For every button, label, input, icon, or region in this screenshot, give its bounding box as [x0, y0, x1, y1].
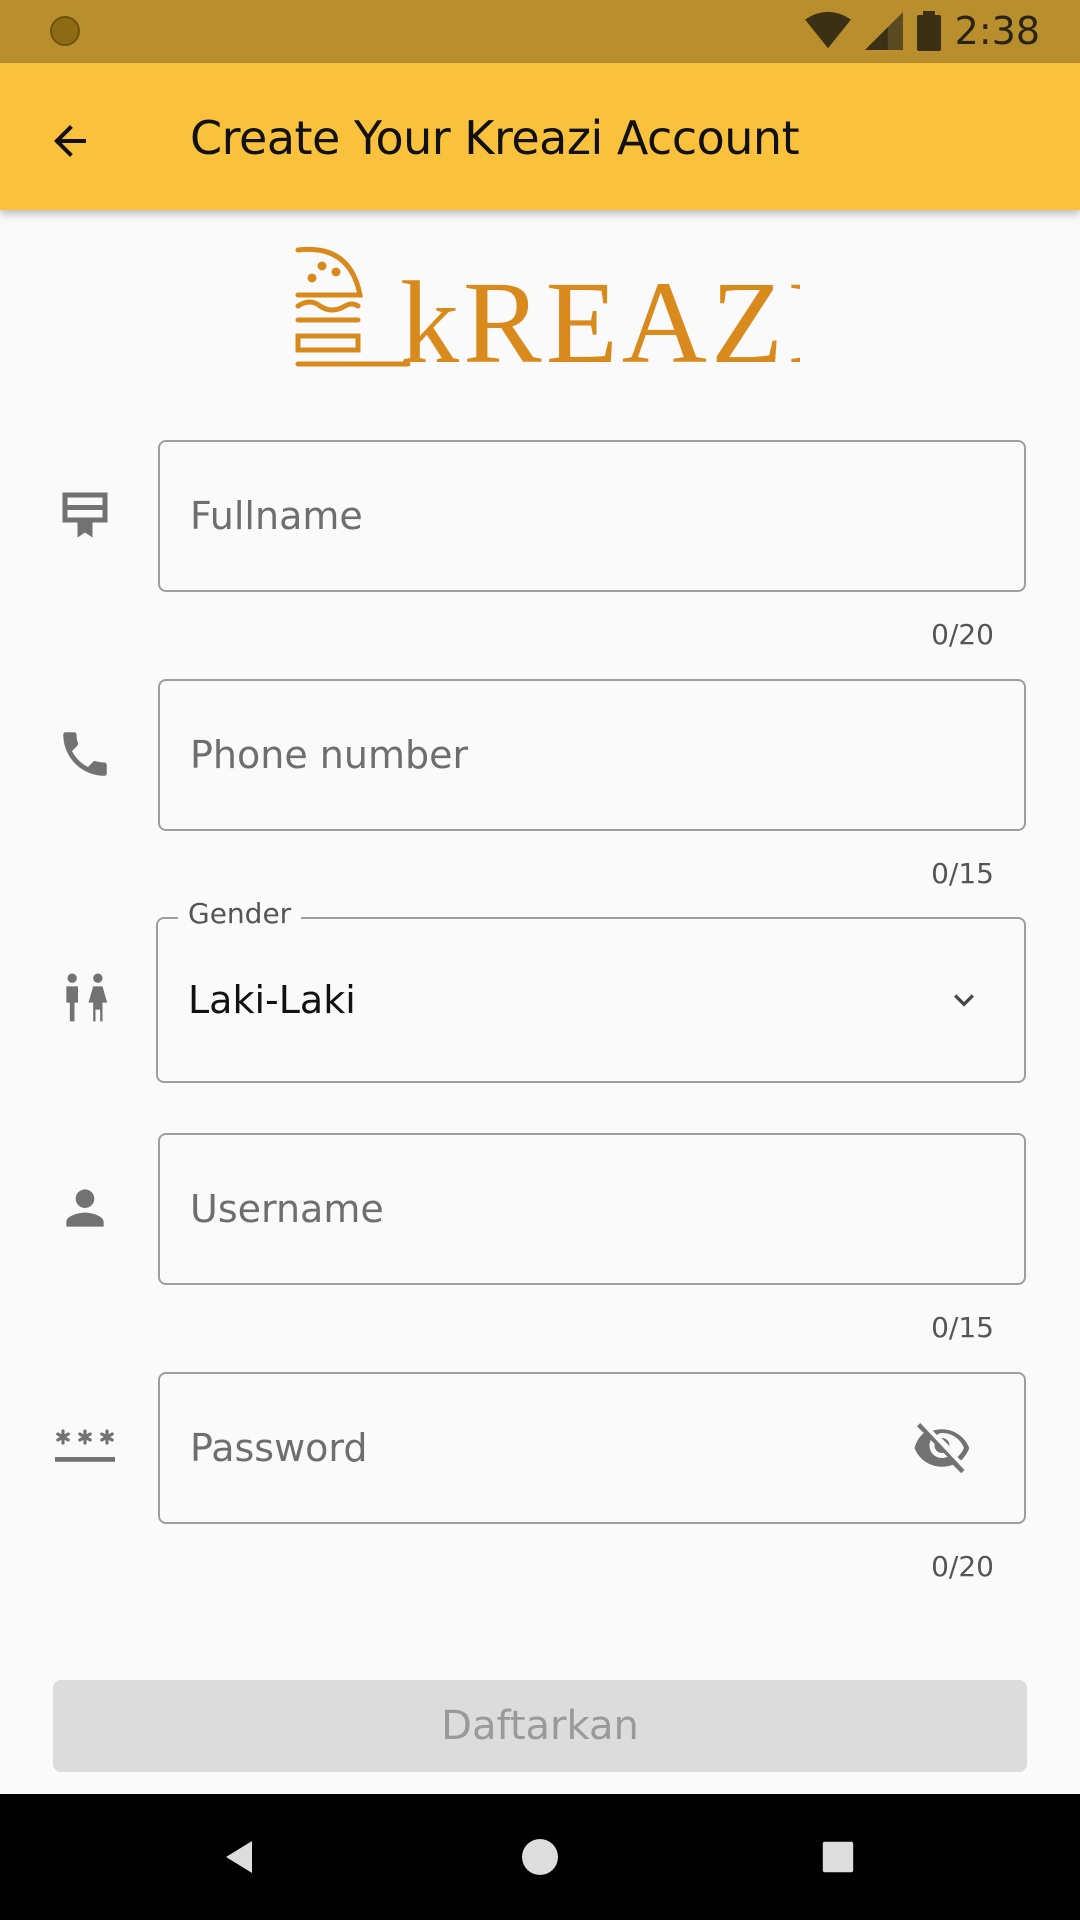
nav-recents-icon	[822, 1841, 854, 1873]
phone-counter: 0/15	[931, 857, 994, 890]
phone-icon	[50, 719, 120, 789]
back-button[interactable]	[40, 111, 100, 171]
register-button[interactable]: Daftarkan	[53, 1680, 1027, 1772]
phone-placeholder: Phone number	[190, 733, 469, 777]
nav-back-button[interactable]	[210, 1827, 270, 1887]
status-time: 2:38	[954, 9, 1040, 53]
chevron-down-icon	[944, 980, 984, 1020]
nav-home-button[interactable]	[510, 1827, 570, 1887]
person-icon	[50, 1173, 120, 1243]
gender-value: Laki-Laki	[188, 978, 356, 1022]
gender-label: Gender	[178, 897, 302, 930]
kreazi-logo: kREAZI	[290, 240, 826, 388]
arrow-back-icon	[54, 125, 86, 157]
username-counter: 0/15	[931, 1311, 994, 1344]
signal-icon	[864, 12, 903, 50]
username-placeholder: Username	[190, 1187, 384, 1231]
visibility-off-icon	[914, 1423, 970, 1474]
burger-logo-icon: kREAZI	[295, 246, 826, 388]
status-icons: 2:38	[804, 6, 1040, 56]
nav-back-icon	[226, 1841, 252, 1873]
phone-field[interactable]: Phone number	[158, 679, 1026, 831]
fullname-field[interactable]: Fullname	[158, 440, 1026, 592]
notification-icon	[50, 16, 80, 46]
wifi-icon	[804, 11, 851, 49]
nav-recents-button[interactable]	[808, 1827, 868, 1887]
page-title: Create Your Kreazi Account	[190, 111, 800, 165]
password-field[interactable]: Password	[158, 1372, 1026, 1524]
logo-wordmark: kREAZI	[400, 257, 800, 375]
gender-select[interactable]: Gender Laki-Laki	[156, 897, 1026, 1083]
status-bar: 2:38	[0, 0, 1080, 63]
fullname-counter: 0/20	[931, 618, 994, 651]
fullname-placeholder: Fullname	[190, 494, 363, 538]
battery-icon	[916, 11, 941, 51]
visibility-toggle[interactable]	[912, 1418, 972, 1478]
username-field[interactable]: Username	[158, 1133, 1026, 1285]
password-counter: 0/20	[931, 1550, 994, 1583]
wc-icon	[50, 963, 120, 1033]
app-bar: Create Your Kreazi Account	[0, 63, 1080, 210]
card-icon	[50, 480, 120, 550]
nav-home-icon	[522, 1839, 558, 1875]
password-placeholder: Password	[190, 1426, 368, 1470]
navigation-bar	[0, 1794, 1080, 1920]
password-icon	[50, 1412, 120, 1482]
